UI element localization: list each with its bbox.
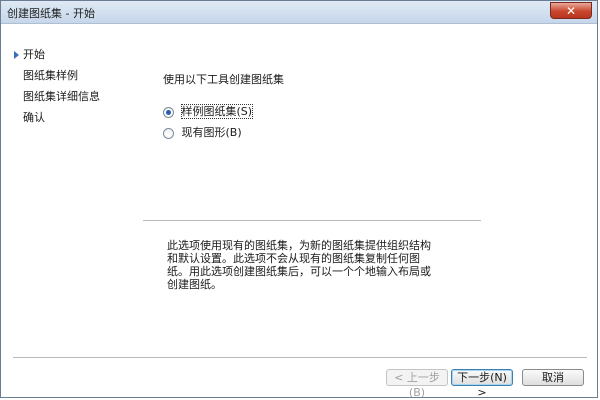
content-divider [143, 220, 481, 221]
radio-label-existing-drawings[interactable]: 现有图形(B) [182, 126, 242, 139]
nav-item-label: 确认 [23, 111, 45, 124]
window-title: 创建图纸集 - 开始 [7, 7, 95, 20]
nav-item-label: 开始 [23, 48, 45, 61]
footer-divider [13, 357, 587, 358]
close-icon: ✕ [565, 4, 577, 18]
create-sheet-set-dialog: 创建图纸集 - 开始 ✕ 开始 图纸集样例 图纸集详细信息 确认 使用以下工具创… [0, 0, 598, 398]
cancel-button[interactable]: 取消 [522, 369, 584, 386]
back-button[interactable]: < 上一步(B) [386, 369, 448, 397]
nav-item-label: 图纸集样例 [23, 69, 78, 82]
nav-item-start: 开始 [11, 44, 131, 65]
current-step-arrow-icon [14, 51, 19, 59]
nav-item-sheet-set-details: 图纸集详细信息 [11, 86, 131, 107]
wizard-steps-nav: 开始 图纸集样例 图纸集详细信息 确认 [11, 44, 131, 128]
section-heading: 使用以下工具创建图纸集 [163, 73, 284, 86]
option-example-sheet-set[interactable]: 样例图纸集(S) [163, 104, 254, 120]
title-bar[interactable]: 创建图纸集 - 开始 ✕ [1, 1, 597, 24]
radio-existing-drawings[interactable] [163, 127, 174, 139]
radio-label-example-sheet-set[interactable]: 样例图纸集(S) [180, 104, 254, 119]
dialog-content: 开始 图纸集样例 图纸集详细信息 确认 使用以下工具创建图纸集 样例图纸集(S)… [1, 24, 597, 397]
nav-item-confirm: 确认 [11, 107, 131, 128]
close-button[interactable]: ✕ [550, 2, 592, 19]
radio-example-sheet-set[interactable] [163, 106, 174, 118]
option-description: 此选项使用现有的图纸集，为新的图纸集提供组织结构和默认设置。此选项不会从现有的图… [167, 239, 431, 291]
nav-item-sheet-set-example: 图纸集样例 [11, 65, 131, 86]
next-button[interactable]: 下一步(N) > [451, 369, 513, 397]
nav-item-label: 图纸集详细信息 [23, 90, 100, 103]
option-existing-drawings[interactable]: 现有图形(B) [163, 125, 242, 141]
